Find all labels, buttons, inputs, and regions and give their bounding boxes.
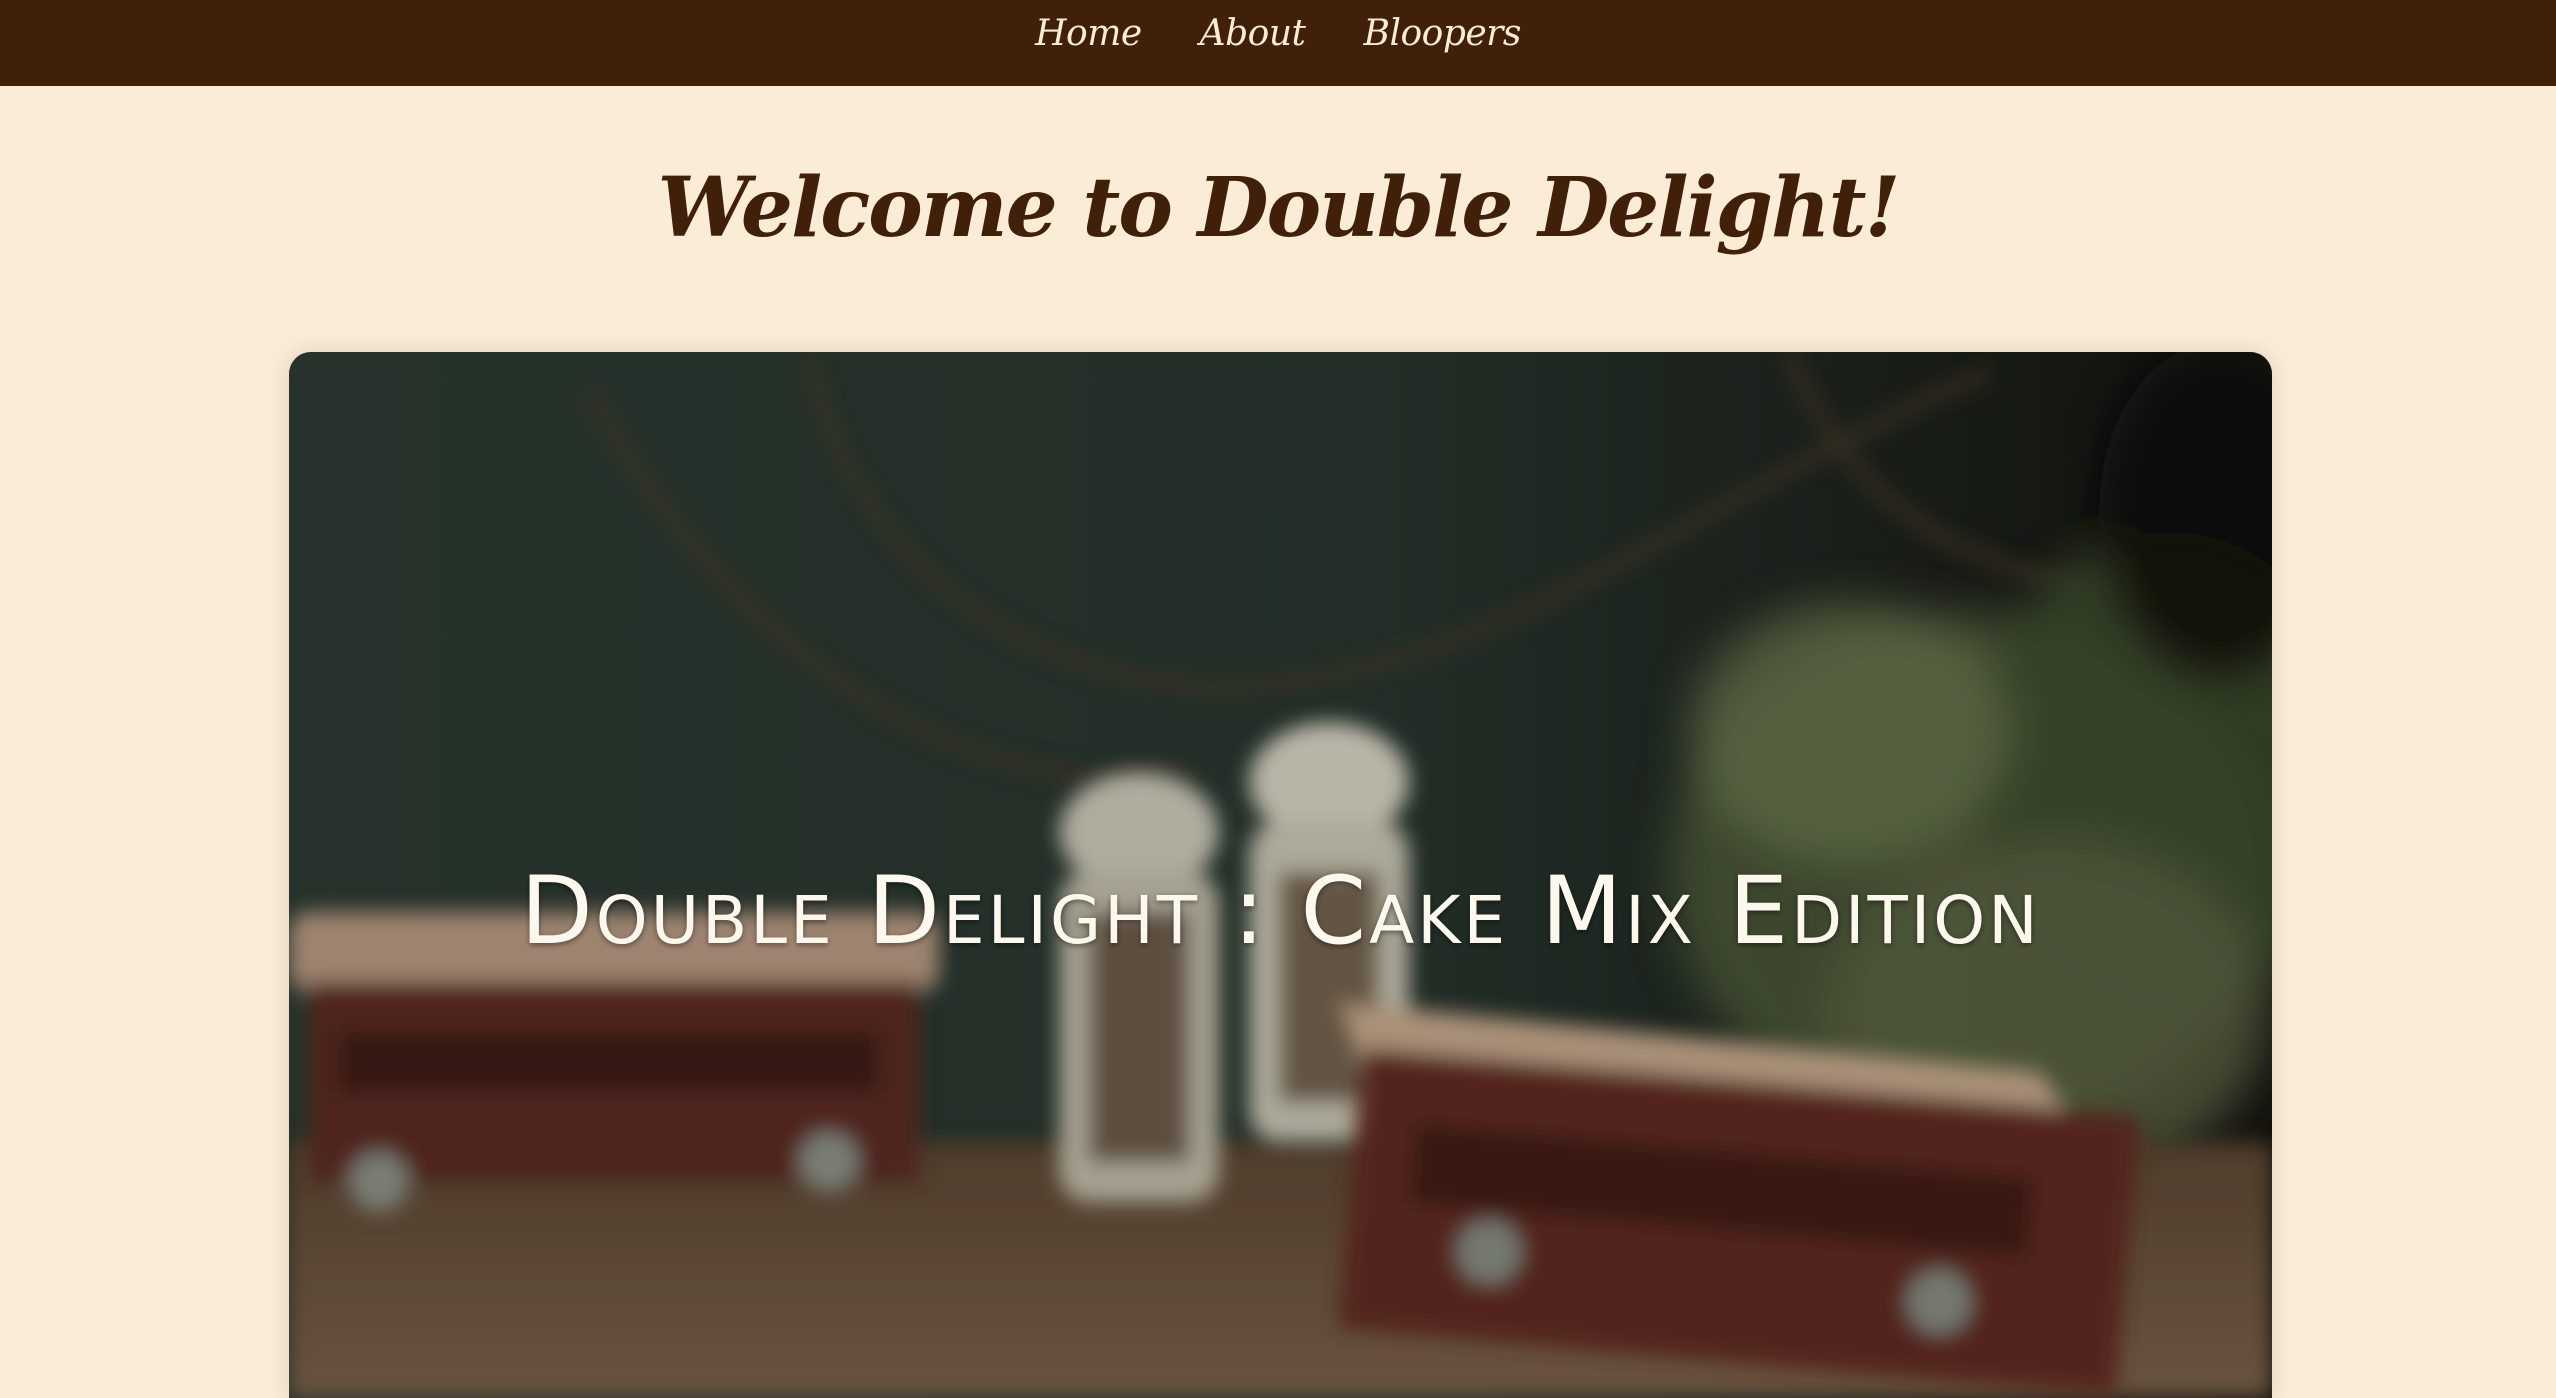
hero-video-banner[interactable]: Double Delight : Cake Mix Edition: [289, 352, 2272, 1398]
page-title: Welcome to Double Delight!: [657, 160, 1901, 256]
top-navbar: Home About Bloopers: [0, 0, 2556, 86]
nav-link-bloopers[interactable]: Bloopers: [1364, 13, 1522, 54]
main-nav: Home About Bloopers: [0, 0, 2556, 66]
hero-title: Double Delight : Cake Mix Edition: [520, 857, 2041, 966]
nav-link-home[interactable]: Home: [1035, 13, 1142, 54]
nav-link-about[interactable]: About: [1200, 13, 1306, 54]
